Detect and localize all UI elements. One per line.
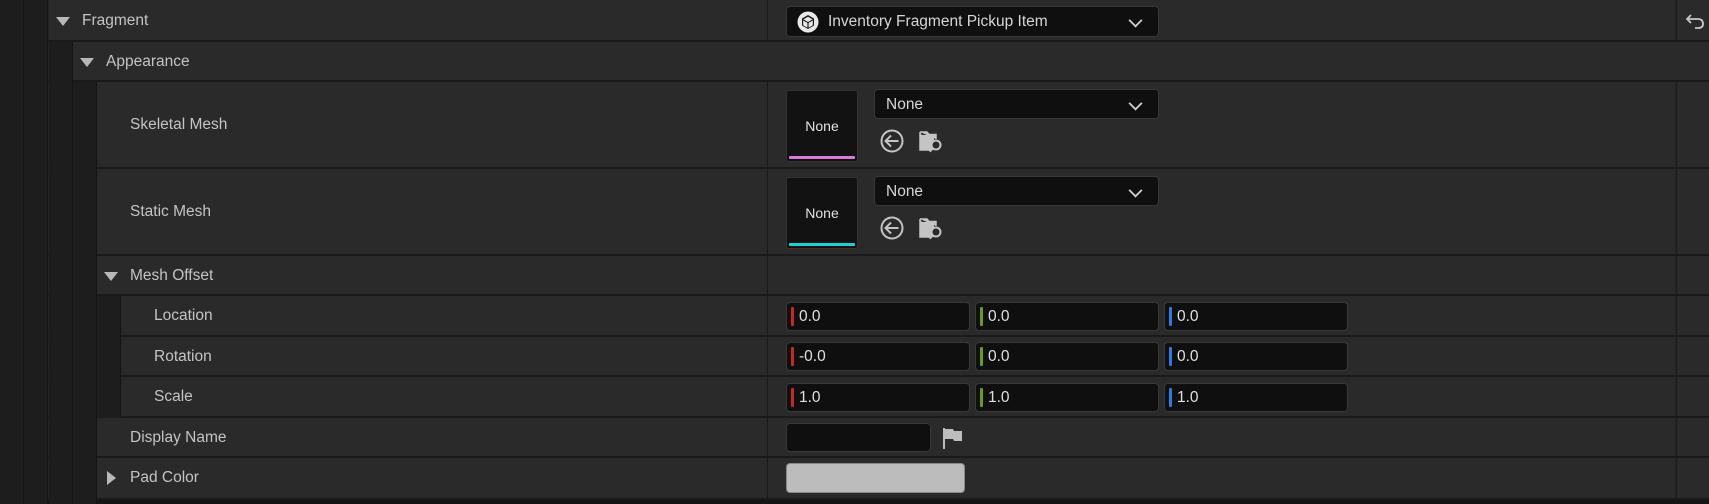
skeletal-mesh-asset-color-bar bbox=[789, 156, 855, 159]
mesh-offset-label: Mesh Offset bbox=[130, 267, 214, 284]
scale-label: Scale bbox=[154, 388, 193, 405]
localization-flag-icon[interactable] bbox=[941, 426, 965, 450]
x-axis-stripe bbox=[791, 307, 794, 326]
static-mesh-label: Static Mesh bbox=[130, 203, 211, 220]
panel-bottom-edge bbox=[0, 500, 1709, 504]
location-x-field[interactable]: 0.0 bbox=[786, 302, 970, 331]
scale-row: Scale 1.0 1.0 1.0 bbox=[0, 377, 1709, 418]
x-axis-stripe bbox=[791, 388, 794, 407]
z-axis-stripe bbox=[1169, 307, 1172, 326]
browse-folder-icon[interactable] bbox=[918, 128, 944, 154]
rotation-label: Rotation bbox=[154, 348, 212, 365]
rotation-z-value: 0.0 bbox=[1177, 348, 1199, 365]
y-axis-stripe bbox=[980, 307, 983, 326]
display-name-row: Display Name bbox=[0, 418, 1709, 458]
use-selected-arrow-icon[interactable] bbox=[879, 215, 905, 241]
indent-gutter-3 bbox=[49, 42, 73, 504]
scale-z-field[interactable]: 1.0 bbox=[1164, 383, 1348, 412]
static-mesh-thumbnail[interactable]: None bbox=[786, 177, 858, 249]
scale-z-value: 1.0 bbox=[1177, 389, 1199, 406]
appearance-label: Appearance bbox=[106, 53, 190, 70]
display-name-input[interactable] bbox=[786, 423, 931, 452]
indent-gutter-5 bbox=[97, 296, 121, 418]
x-axis-stripe bbox=[791, 347, 794, 366]
display-name-label: Display Name bbox=[130, 429, 227, 446]
rotation-y-value: 0.0 bbox=[988, 348, 1010, 365]
static-mesh-thumb-text: None bbox=[805, 205, 839, 221]
indent-gutter-2 bbox=[24, 0, 48, 504]
fragment-class-value: Inventory Fragment Pickup Item bbox=[828, 13, 1048, 30]
location-y-field[interactable]: 0.0 bbox=[975, 302, 1159, 331]
indent-gutter-4 bbox=[73, 82, 97, 504]
fragment-row: Fragment Inventory Fragment Pickup Item bbox=[0, 0, 1709, 42]
chevron-down-icon bbox=[1128, 13, 1143, 28]
pad-color-expand-toggle[interactable] bbox=[107, 471, 116, 485]
mesh-offset-collapse-toggle[interactable] bbox=[104, 272, 118, 281]
static-mesh-asset-color-bar bbox=[789, 243, 855, 246]
fragment-label: Fragment bbox=[82, 12, 149, 29]
skeletal-mesh-asset-dropdown[interactable]: None bbox=[874, 89, 1159, 119]
skeletal-mesh-thumbnail[interactable]: None bbox=[786, 90, 858, 162]
pad-color-swatch[interactable] bbox=[786, 463, 965, 493]
skeletal-mesh-row: Skeletal Mesh None None bbox=[0, 82, 1709, 169]
location-z-value: 0.0 bbox=[1177, 308, 1199, 325]
static-mesh-asset-dropdown[interactable]: None bbox=[874, 176, 1159, 206]
browse-folder-icon[interactable] bbox=[918, 215, 944, 241]
y-axis-stripe bbox=[980, 347, 983, 366]
rotation-row: Rotation -0.0 0.0 0.0 bbox=[0, 337, 1709, 377]
fragment-collapse-toggle[interactable] bbox=[56, 17, 70, 26]
location-z-field[interactable]: 0.0 bbox=[1164, 302, 1348, 331]
chevron-down-icon bbox=[1128, 96, 1143, 111]
z-axis-stripe bbox=[1169, 347, 1172, 366]
rotation-x-value: -0.0 bbox=[799, 348, 826, 365]
scale-x-field[interactable]: 1.0 bbox=[786, 383, 970, 412]
z-axis-stripe bbox=[1169, 388, 1172, 407]
static-mesh-value: None bbox=[886, 183, 924, 200]
location-row: Location 0.0 0.0 0.0 bbox=[0, 296, 1709, 337]
rotation-y-field[interactable]: 0.0 bbox=[975, 342, 1159, 371]
fragment-class-dropdown[interactable]: Inventory Fragment Pickup Item bbox=[786, 6, 1159, 37]
use-selected-arrow-icon[interactable] bbox=[879, 128, 905, 154]
appearance-collapse-toggle[interactable] bbox=[80, 58, 94, 67]
skeletal-mesh-thumb-text: None bbox=[805, 118, 839, 134]
indent-gutter-1 bbox=[0, 0, 24, 504]
chevron-down-icon bbox=[1128, 183, 1143, 198]
appearance-row: Appearance bbox=[0, 42, 1709, 82]
y-axis-stripe bbox=[980, 388, 983, 407]
scale-x-value: 1.0 bbox=[799, 389, 821, 406]
reset-arrow-icon[interactable] bbox=[1685, 12, 1705, 30]
scale-y-value: 1.0 bbox=[988, 389, 1010, 406]
location-x-value: 0.0 bbox=[799, 308, 821, 325]
rotation-z-field[interactable]: 0.0 bbox=[1164, 342, 1348, 371]
details-panel: Fragment Inventory Fragment Pickup Item … bbox=[0, 0, 1709, 504]
rotation-x-field[interactable]: -0.0 bbox=[786, 342, 970, 371]
pad-color-label: Pad Color bbox=[130, 469, 199, 486]
skeletal-mesh-value: None bbox=[886, 96, 924, 113]
skeletal-mesh-label: Skeletal Mesh bbox=[130, 116, 228, 133]
mesh-offset-row: Mesh Offset bbox=[0, 256, 1709, 296]
class-cube-icon bbox=[797, 11, 819, 33]
scale-y-field[interactable]: 1.0 bbox=[975, 383, 1159, 412]
static-mesh-row: Static Mesh None None bbox=[0, 169, 1709, 256]
pad-color-row: Pad Color bbox=[0, 458, 1709, 500]
location-y-value: 0.0 bbox=[988, 308, 1010, 325]
location-label: Location bbox=[154, 307, 213, 324]
